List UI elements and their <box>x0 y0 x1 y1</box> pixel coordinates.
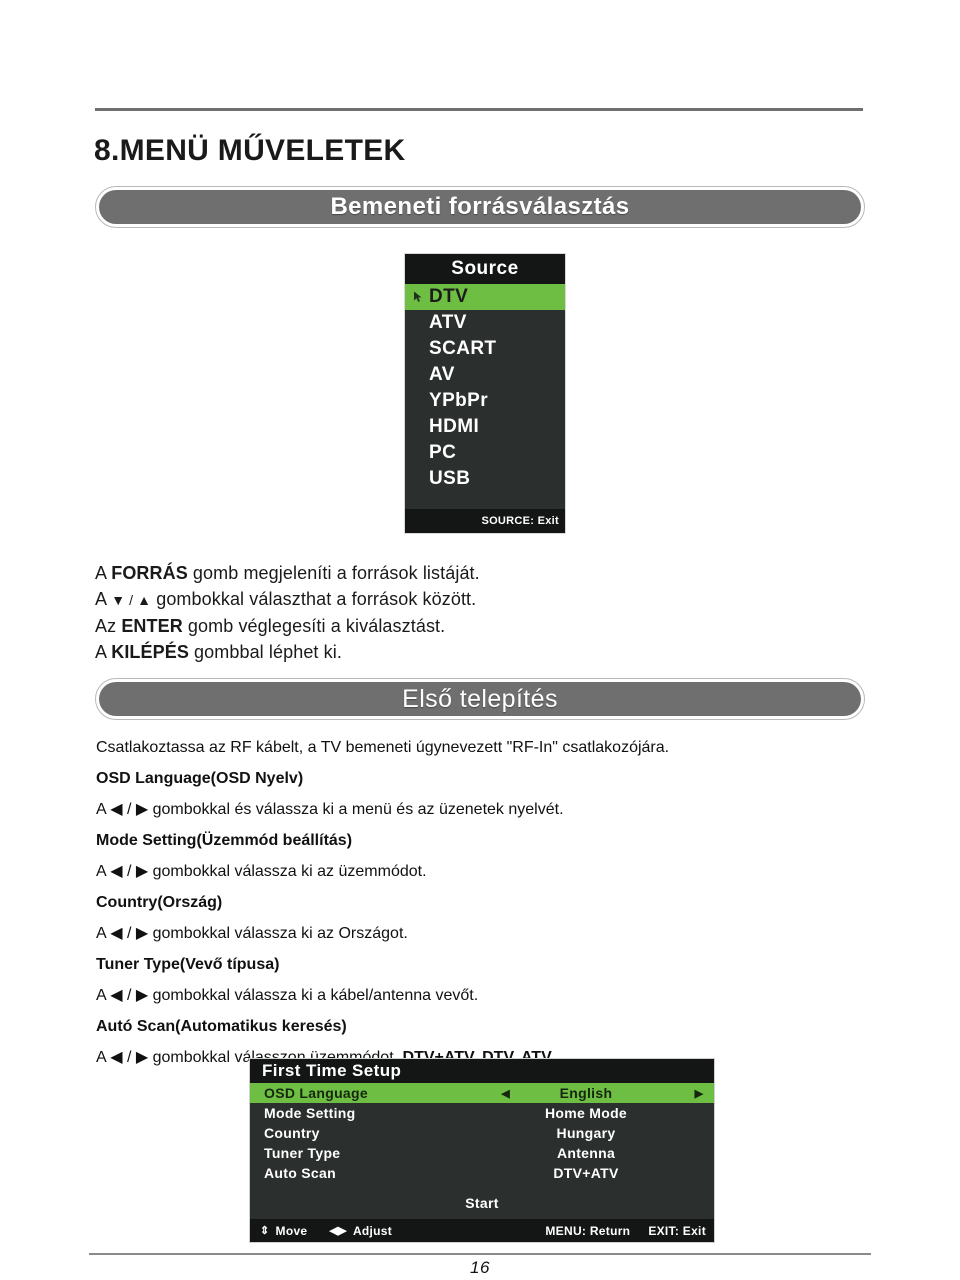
instruction-prefix: A <box>95 563 112 583</box>
instruction-suffix: gomb véglegesíti a kiválasztást. <box>182 616 446 636</box>
source-instructions: A FORRÁS gomb megjeleníti a források lis… <box>95 560 695 665</box>
instruction-prefix: A <box>95 642 112 662</box>
source-item-usb[interactable]: USB <box>405 466 565 492</box>
source-osd-list: DTV ATV SCART AV YPbPr HDMI PC USB <box>405 284 565 492</box>
banner-input-source: Bemeneti forrásválasztás <box>95 186 865 228</box>
source-item-av[interactable]: AV <box>405 362 565 388</box>
fts-row-value: DTV+ATV <box>553 1165 619 1181</box>
prose-body: A ◀ / ▶ gombokkal válassza ki az üzemmód… <box>96 863 427 880</box>
fts-footer-adjust-label: Adjust <box>352 1223 393 1238</box>
instruction-suffix: gombokkal választhat a források között. <box>151 589 477 609</box>
prose-heading: Tuner Type(Vevő típusa) <box>96 956 280 973</box>
fts-row-country[interactable]: Country Hungary <box>250 1123 714 1143</box>
page-title: 8.MENÜ MŰVELETEK <box>94 134 406 167</box>
fts-footer-adjust: ◀▶ Adjust <box>329 1224 392 1238</box>
fts-start-button[interactable]: Start <box>250 1195 714 1211</box>
fts-row-value: Hungary <box>556 1125 616 1141</box>
first-time-setup-osd-screenshot: First Time Setup OSD Language ◀ English … <box>249 1058 715 1243</box>
banner-first-time-setup: Első telepítés <box>95 678 865 720</box>
banner-input-source-fill: Bemeneti forrásválasztás <box>99 190 861 224</box>
prose-body: A ◀ / ▶ gombokkal válassza ki az Országo… <box>96 925 408 942</box>
source-instruction-line: A FORRÁS gomb megjeleníti a források lis… <box>95 560 695 586</box>
prose-heading: OSD Language(OSD Nyelv) <box>96 770 304 787</box>
fts-row-label: OSD Language <box>264 1085 368 1101</box>
fts-row-value: Antenna <box>556 1145 616 1161</box>
fts-footer-right: MENU: Return EXIT: Exit <box>545 1224 706 1238</box>
updown-arrow-icon: ▼ / ▲ <box>111 592 152 608</box>
fts-row-label: Tuner Type <box>264 1145 341 1161</box>
source-item-scart[interactable]: SCART <box>405 336 565 362</box>
updown-arrow-icon: ⇕ <box>260 1225 270 1237</box>
header-rule <box>95 108 863 111</box>
prose-body: Csatlakoztassa az RF kábelt, a TV bemene… <box>96 739 670 756</box>
fts-row-tuner-type[interactable]: Tuner Type Antenna <box>250 1143 714 1163</box>
source-item-dtv[interactable]: DTV <box>405 284 565 310</box>
source-osd-title: Source <box>405 254 565 284</box>
source-item-ypbpr[interactable]: YPbPr <box>405 388 565 414</box>
instruction-prefix: A <box>95 589 112 609</box>
fts-row-value: English <box>559 1085 613 1101</box>
prose-heading: Mode Setting(Üzemmód beállítás) <box>96 832 353 849</box>
source-item-pc[interactable]: PC <box>405 440 565 466</box>
source-osd-footer: SOURCE: Exit <box>405 509 565 533</box>
fts-row-list: OSD Language ◀ English ▶ Mode Setting Ho… <box>250 1083 714 1183</box>
manual-page: 8.MENÜ MŰVELETEK Bemeneti forrásválasztá… <box>0 0 960 1280</box>
source-instruction-line: A KILÉPÉS gombbal léphet ki. <box>95 639 695 665</box>
source-item-label: YPbPr <box>429 390 489 411</box>
source-osd-screenshot: Source DTV ATV SCART AV YPbPr HDMI PC US… <box>404 253 566 534</box>
fts-row-value: Home Mode <box>544 1105 628 1121</box>
source-item-label: SCART <box>429 338 497 359</box>
fts-row-label: Auto Scan <box>264 1165 336 1181</box>
fts-row-label: Mode Setting <box>264 1105 356 1121</box>
instruction-suffix: gombbal léphet ki. <box>188 642 342 662</box>
page-number: 16 <box>470 1258 490 1277</box>
source-instruction-line: Az ENTER gomb véglegesíti a kiválasztást… <box>95 613 695 639</box>
fts-row-osd-language[interactable]: OSD Language ◀ English ▶ <box>250 1083 714 1103</box>
source-item-label: AV <box>429 364 455 385</box>
instruction-key: ENTER <box>121 616 183 636</box>
fts-footer-move: ⇕ Move <box>260 1224 307 1238</box>
prose-heading: Country(Ország) <box>96 894 223 911</box>
banner-input-source-label: Bemeneti forrásválasztás <box>330 193 630 220</box>
footer-rule <box>89 1253 871 1255</box>
prose-heading: Autó Scan(Automatikus keresés) <box>96 1018 347 1035</box>
fts-title: First Time Setup <box>250 1059 714 1083</box>
fts-footer-menu-return: MENU: Return <box>545 1223 631 1238</box>
fts-row-label: Country <box>264 1125 320 1141</box>
source-item-hdmi[interactable]: HDMI <box>405 414 565 440</box>
instruction-key: FORRÁS <box>111 563 188 583</box>
instruction-suffix: gomb megjeleníti a források listáját. <box>187 563 480 583</box>
fts-row-auto-scan[interactable]: Auto Scan DTV+ATV <box>250 1163 714 1183</box>
first-time-setup-instructions: Csatlakoztassa az RF kábelt, a TV bemene… <box>96 732 836 1073</box>
prose-body: A ◀ / ▶ gombokkal válassza ki a kábel/an… <box>96 987 479 1004</box>
instruction-prefix: Az <box>95 616 122 636</box>
fts-footer-move-label: Move <box>275 1223 308 1238</box>
source-item-label: DTV <box>429 286 469 307</box>
source-item-label: USB <box>429 468 471 489</box>
prose-body: A ◀ / ▶ gombokkal és válassza ki a menü … <box>96 801 564 818</box>
pointer-icon <box>412 291 425 304</box>
banner-first-time-setup-fill: Első telepítés <box>99 682 861 716</box>
fts-row-mode-setting[interactable]: Mode Setting Home Mode <box>250 1103 714 1123</box>
source-item-label: HDMI <box>429 416 480 437</box>
instruction-key: KILÉPÉS <box>111 642 189 662</box>
source-instruction-line: A ▼ / ▲ gombokkal választhat a források … <box>95 586 695 613</box>
source-item-atv[interactable]: ATV <box>405 310 565 336</box>
chevron-right-icon[interactable]: ▶ <box>684 1087 714 1100</box>
source-item-label: ATV <box>429 312 467 333</box>
banner-first-time-setup-label: Első telepítés <box>402 684 558 713</box>
fts-footer-bar: ⇕ Move ◀▶ Adjust MENU: Return EXIT: Exit <box>250 1219 714 1242</box>
leftright-arrow-icon: ◀▶ <box>329 1225 347 1237</box>
source-item-label: PC <box>429 442 457 463</box>
fts-footer-left: ⇕ Move ◀▶ Adjust <box>260 1224 392 1238</box>
fts-footer-exit: EXIT: Exit <box>648 1223 706 1238</box>
chevron-left-icon[interactable]: ◀ <box>450 1087 510 1100</box>
